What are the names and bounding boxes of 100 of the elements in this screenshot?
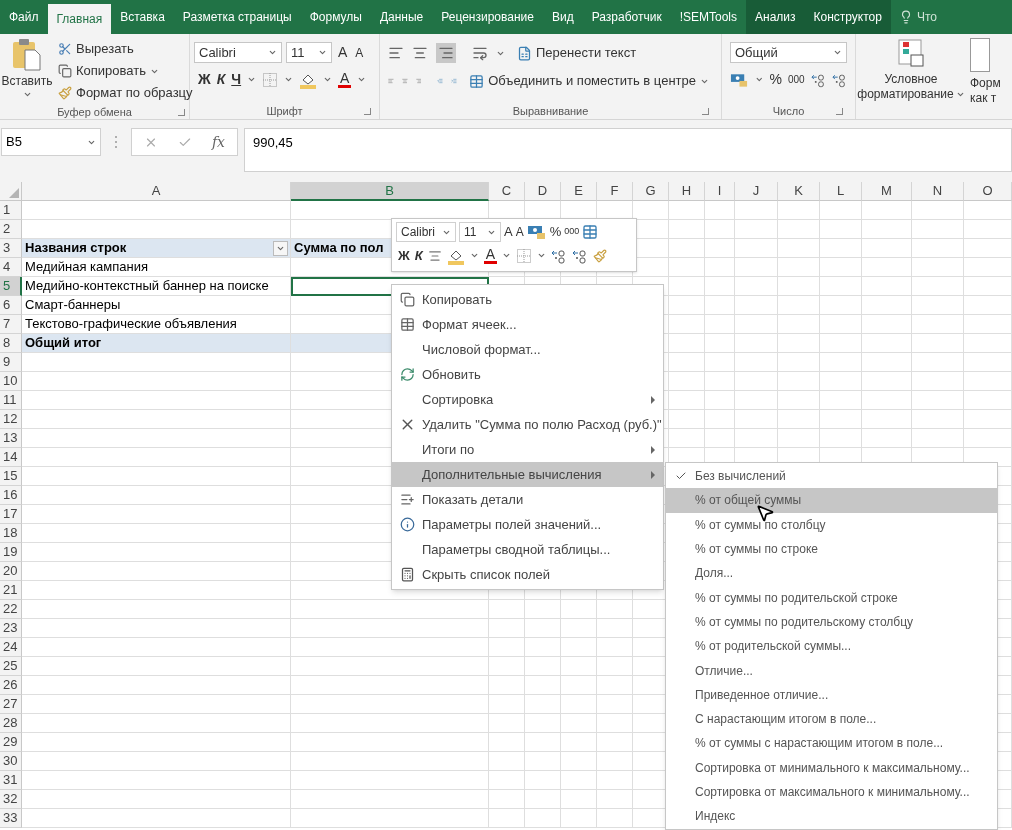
borders-icon[interactable] [516,247,533,264]
menu-item[interactable]: Формат ячеек... [392,312,663,337]
conditional-formatting-button[interactable]: Условное форматирование [856,38,966,119]
cut-button[interactable]: Вырезать [54,38,197,60]
font-size-field[interactable]: 11 [286,42,332,63]
column-header[interactable]: C [489,182,525,201]
dialog-launcher-icon[interactable] [836,107,843,115]
row-header[interactable]: 12 [0,410,22,429]
column-header[interactable]: F [597,182,633,201]
row-header[interactable]: 11 [0,391,22,410]
paintbrush-icon[interactable] [593,248,608,263]
column-header[interactable]: E [561,182,597,201]
ribbon-tab[interactable]: Вид [542,0,583,34]
column-header[interactable]: H [669,182,705,201]
row-header[interactable]: 21 [0,581,22,600]
align-top-icon[interactable] [388,45,404,61]
dialog-launcher-icon[interactable] [364,107,371,115]
menu-item[interactable]: % от суммы с нарастающим итогом в поле... [666,731,997,756]
column-header[interactable]: N [912,182,964,201]
row-header[interactable]: 17 [0,505,22,524]
align-middle-icon[interactable] [412,45,428,61]
wrap-text-button[interactable]: Перенести текст [513,42,641,64]
row-header[interactable]: 18 [0,524,22,543]
ribbon-tab[interactable]: Разработчик [582,0,671,34]
underline-button[interactable]: Ч [231,69,242,90]
column-header[interactable]: O [964,182,1012,201]
menu-item[interactable]: Удалить "Сумма по полю Расход (руб.)" [392,412,663,437]
percent-button[interactable]: % [769,69,782,90]
currency-icon[interactable] [730,71,749,88]
shrink-font-button[interactable]: A [353,43,366,62]
menu-item[interactable]: Сортировка [392,387,663,412]
row-header[interactable]: 29 [0,733,22,752]
column-header[interactable]: M [862,182,912,201]
grow-font-button[interactable]: A [336,42,350,63]
row-header[interactable]: 4 [0,258,22,277]
ribbon-tab[interactable]: Главная [47,4,112,34]
menu-item[interactable]: % от суммы по родительской строке [666,585,997,610]
menu-item[interactable]: Параметры сводной таблицы... [392,537,663,562]
row-header[interactable]: 23 [0,619,22,638]
ribbon-tab[interactable]: !SEMTools [670,0,746,34]
grow-font-button[interactable]: A [504,222,513,242]
menu-item[interactable]: Параметры полей значений... [392,512,663,537]
menu-item[interactable]: Отличие... [666,658,997,683]
filter-button[interactable] [273,240,288,256]
orientation-icon[interactable] [472,45,488,61]
menu-item[interactable]: Копировать [392,287,663,312]
copy-button[interactable]: Копировать [54,60,197,82]
increase-decimal-icon[interactable] [551,247,568,264]
menu-item[interactable]: Доля... [666,561,997,586]
menu-item[interactable]: % от родительской суммы... [666,634,997,659]
format-painter-button[interactable]: Формат по образцу [54,82,197,104]
row-header[interactable]: 32 [0,790,22,809]
font-color-button[interactable]: A [483,247,498,265]
row-header[interactable]: 10 [0,372,22,391]
name-box[interactable]: B5 [1,128,101,156]
menu-item[interactable]: % от общей суммы [666,488,997,513]
number-format-field[interactable]: Общий [730,42,847,63]
menu-item[interactable]: Дополнительные вычисления [392,462,663,487]
column-header[interactable]: B [291,182,489,201]
merge-center-button[interactable]: Объединить и поместить в центре [465,70,713,92]
ribbon-tab[interactable]: Рецензирование [432,0,543,34]
row-header[interactable]: 31 [0,771,22,790]
thousands-button[interactable]: 000 [564,225,580,239]
row-header[interactable]: 26 [0,676,22,695]
menu-item[interactable]: Итоги по [392,437,663,462]
column-header[interactable]: I [705,182,735,201]
row-header[interactable]: 19 [0,543,22,562]
shrink-font-button[interactable]: A [515,223,524,241]
font-name-field[interactable]: Calibri [396,222,456,242]
menu-item[interactable]: % от суммы по столбцу [666,512,997,537]
row-header[interactable]: 20 [0,562,22,581]
menu-item[interactable]: Приведенное отличие... [666,682,997,707]
column-header[interactable]: A [22,182,291,201]
column-header[interactable]: K [778,182,820,201]
row-header[interactable]: 3 [0,239,22,258]
ribbon-tab[interactable]: Конструктор [804,0,891,34]
ribbon-tab[interactable]: Разметка страницы [173,0,301,34]
row-header[interactable]: 22 [0,600,22,619]
insert-function-button[interactable]: fx [211,131,225,153]
italic-button[interactable]: К [216,69,226,90]
column-header[interactable]: L [820,182,862,201]
column-header[interactable]: G [633,182,669,201]
row-header[interactable]: 8 [0,334,22,353]
row-header[interactable]: 14 [0,448,22,467]
menu-item[interactable]: Сортировка от минимального к максимальному... [666,755,997,780]
percent-button[interactable]: % [549,222,562,242]
currency-icon[interactable] [526,224,547,240]
menu-item[interactable]: Числовой формат... [392,337,663,362]
menu-item[interactable]: Обновить [392,362,663,387]
formula-field[interactable]: 990,45 [244,128,1012,172]
row-header[interactable]: 27 [0,695,22,714]
row-header[interactable]: 1 [0,201,22,220]
row-header[interactable]: 33 [0,809,22,828]
row-header[interactable]: 5 [0,277,22,296]
column-header[interactable]: D [525,182,561,201]
font-size-field[interactable]: 11 [459,222,501,242]
decrease-decimal-icon[interactable] [572,247,589,264]
ribbon-tab[interactable]: Анализ [746,0,805,34]
menu-item[interactable]: Сортировка от максимального к минимальному... [666,779,997,805]
dialog-launcher-icon[interactable] [178,108,185,116]
